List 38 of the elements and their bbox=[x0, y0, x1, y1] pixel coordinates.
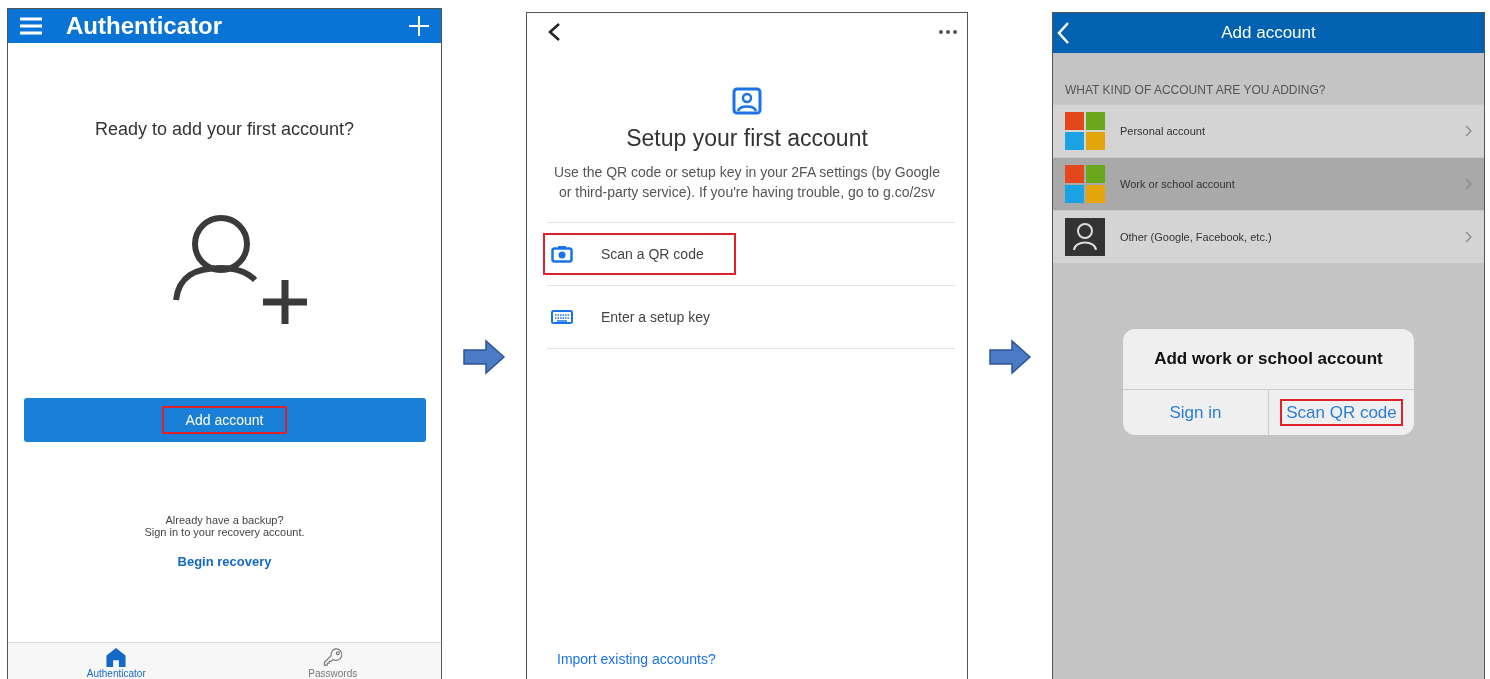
four-squares-logo-icon bbox=[1065, 165, 1105, 203]
right-arrow-icon bbox=[988, 339, 1032, 375]
camera-icon bbox=[551, 245, 573, 263]
section-label: WHAT KIND OF ACCOUNT ARE YOU ADDING? bbox=[1064, 82, 1327, 99]
option-item[interactable]: Enter a setup key bbox=[543, 297, 742, 337]
keyboard-icon bbox=[551, 310, 573, 324]
chevron-icon bbox=[1465, 125, 1472, 137]
dialog-button[interactable]: Sign in bbox=[1123, 390, 1268, 435]
chevron-icon bbox=[1465, 178, 1472, 190]
more-icon[interactable] bbox=[939, 30, 957, 34]
setup-description: Use the QR code or setup key in your 2FA settings (by Google or third-party service). If you're having trouble, go to g.co/2sv bbox=[553, 163, 941, 202]
person-icon bbox=[1065, 218, 1105, 256]
home-icon bbox=[105, 647, 128, 668]
back-icon[interactable] bbox=[547, 22, 561, 42]
account-type-item[interactable]: Personal account bbox=[1053, 104, 1484, 157]
tab[interactable]: Passwords bbox=[224, 643, 441, 679]
backup-text: Already have a backup? Sign in to your recovery account. bbox=[144, 514, 305, 538]
account-type-item[interactable]: Other (Google, Facebook, etc.) bbox=[1053, 210, 1484, 263]
chevron-icon bbox=[1465, 231, 1472, 243]
four-squares-logo-icon bbox=[1065, 112, 1105, 150]
menu-icon[interactable] bbox=[20, 17, 42, 35]
app-title: Authenticator bbox=[66, 12, 223, 40]
account-icon bbox=[732, 87, 762, 115]
key-icon bbox=[321, 647, 344, 668]
option-item[interactable]: Scan a QR code bbox=[543, 233, 736, 275]
prompt-text: Ready to add your first account? bbox=[94, 119, 355, 140]
dialog-title: Add work or school account bbox=[1123, 329, 1414, 390]
add-account-button[interactable]: Add account bbox=[23, 398, 426, 442]
screen-title: Add account bbox=[1221, 23, 1316, 43]
add-person-icon bbox=[172, 214, 307, 326]
tab[interactable]: Authenticator bbox=[8, 643, 225, 679]
plus-icon[interactable] bbox=[409, 16, 429, 36]
right-arrow-icon bbox=[462, 339, 506, 375]
import-accounts-link[interactable]: Import existing accounts? bbox=[557, 651, 967, 667]
dialog-button[interactable]: Scan QR code bbox=[1268, 390, 1414, 435]
begin-recovery-link[interactable]: Begin recovery bbox=[177, 554, 272, 569]
account-type-item[interactable]: Work or school account bbox=[1053, 157, 1484, 210]
setup-title: Setup your first account bbox=[625, 125, 869, 152]
